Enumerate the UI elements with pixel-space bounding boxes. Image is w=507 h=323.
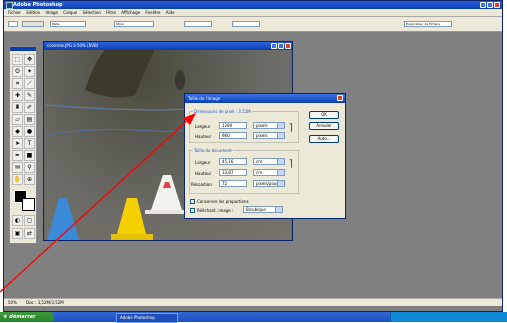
start-button[interactable]: ❖ démarrer — [0, 312, 54, 322]
annotation-overlay — [0, 113, 196, 293]
windows-logo-icon: ❖ — [3, 314, 8, 320]
system-tray — [390, 312, 507, 322]
quicklaunch-area[interactable] — [60, 314, 100, 320]
red-arrow-line — [0, 119, 189, 293]
taskbar: ❖ démarrer Adobe Photoshop — [0, 312, 507, 323]
start-label: démarrer — [9, 314, 36, 320]
